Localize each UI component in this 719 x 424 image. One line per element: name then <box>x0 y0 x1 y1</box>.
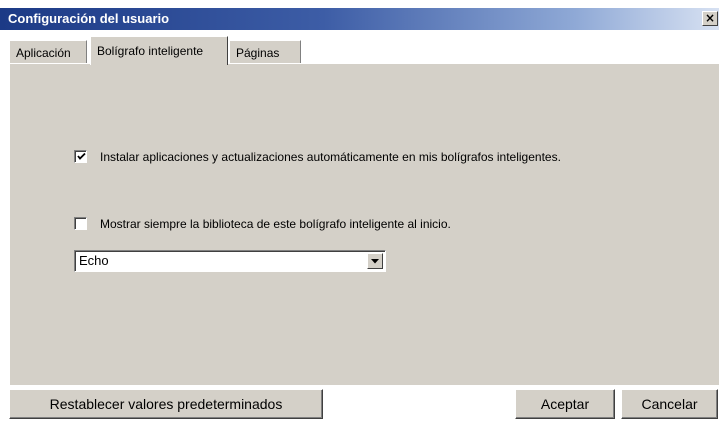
dropdown-button[interactable] <box>367 253 383 269</box>
user-settings-dialog: Configuración del usuario × Aplicación B… <box>0 0 719 424</box>
tab-smart-pen[interactable]: Bolígrafo inteligente <box>90 36 228 65</box>
auto-install-checkbox[interactable] <box>74 150 87 163</box>
pen-select-dropdown[interactable]: Echo <box>74 250 386 272</box>
ok-button[interactable]: Aceptar <box>515 389 615 419</box>
chevron-down-icon <box>371 259 379 264</box>
tab-label: Aplicación <box>16 46 71 60</box>
show-library-checkbox[interactable] <box>74 217 87 230</box>
tab-label: Páginas <box>236 46 280 60</box>
tab-strip: Aplicación Bolígrafo inteligente Páginas <box>9 34 719 65</box>
close-icon: × <box>704 11 716 25</box>
checkmark-icon <box>77 152 86 160</box>
title-bar: Configuración del usuario × <box>0 8 719 30</box>
cancel-button[interactable]: Cancelar <box>621 389 718 419</box>
tab-application[interactable]: Aplicación <box>9 40 87 64</box>
close-button[interactable]: × <box>702 11 718 26</box>
dialog-title: Configuración del usuario <box>8 11 170 26</box>
auto-install-label: Instalar aplicaciones y actualizaciones … <box>100 150 561 164</box>
pen-select-value: Echo <box>79 253 109 268</box>
tab-pages[interactable]: Páginas <box>229 40 301 64</box>
restore-defaults-button[interactable]: Restablecer valores predeterminados <box>9 389 323 419</box>
smart-pen-panel: Instalar aplicaciones y actualizaciones … <box>9 63 719 385</box>
show-library-label: Mostrar siempre la biblioteca de este bo… <box>100 217 451 231</box>
tab-label: Bolígrafo inteligente <box>97 44 204 58</box>
